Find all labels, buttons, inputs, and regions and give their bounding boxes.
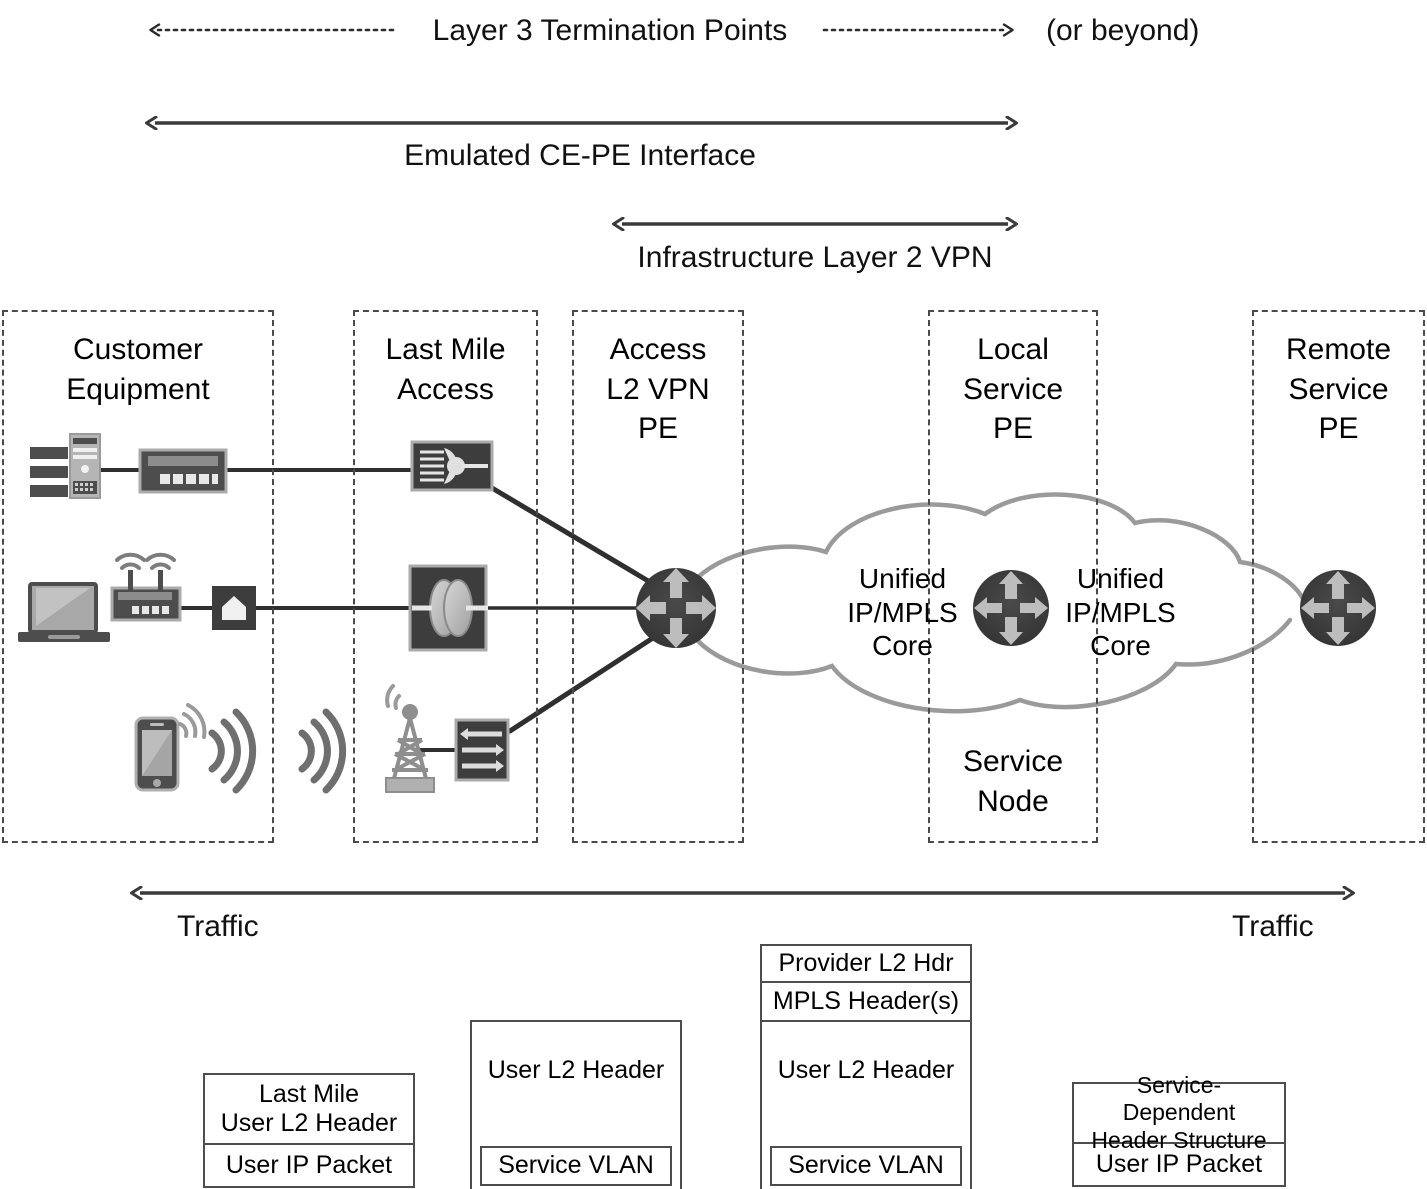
packet-subfield: Service VLAN [770, 1146, 962, 1186]
zone-subtitle-service-node: Service Node [962, 745, 1064, 818]
packet-stack-last-mile: Last Mile User L2 Header User IP Packet [203, 1073, 415, 1188]
packet-row-label: User L2 Header [777, 1055, 955, 1084]
traffic-label-right: Traffic [1232, 910, 1314, 943]
packet-stack-service-dependent: Service-Dependent Header Structure User … [1072, 1072, 1286, 1187]
packet-row-label: User L2 Header [487, 1055, 665, 1084]
radio-waves-icon [298, 708, 347, 794]
packet-subfield: Service VLAN [480, 1146, 672, 1186]
packet-row: User L2 Header Service VLAN Customer VLA… [470, 1020, 682, 1189]
packet-row: User IP Packet [203, 1145, 415, 1188]
layer3-span-label: Layer 3 Termination Points [432, 14, 788, 47]
zone-title-remote-service-pe: Remote Service PE [1285, 333, 1392, 446]
packet-row: Last Mile User L2 Header [203, 1073, 415, 1145]
packet-stack-access-l2vpn: User L2 Header Service VLAN Customer VLA… [470, 1020, 682, 1189]
cloud-label-left: Unified IP/MPLS Core [847, 563, 958, 662]
network-architecture-diagram: Layer 3 Termination Points (or beyond) E… [0, 0, 1427, 1189]
packet-row: Service-Dependent Header Structure [1072, 1072, 1286, 1153]
packet-stack-core: Provider L2 Hdr MPLS Header(s) User L2 H… [760, 944, 972, 1189]
traffic-label-left: Traffic [177, 910, 259, 943]
packet-row: User L2 Header Service VLAN Customer VLA… [760, 1022, 972, 1189]
packet-row: Provider L2 Hdr [760, 944, 972, 983]
zone-title-local-service-pe: Local Service PE [962, 333, 1064, 446]
packet-subfields: Service VLAN Customer VLAN [472, 1117, 680, 1189]
zone-title-customer-equipment: Customer Equipment [66, 333, 210, 406]
packet-row: User IP Packet [1072, 1144, 1286, 1187]
or-beyond-label: (or beyond) [1046, 14, 1200, 47]
zone-title-last-mile-access: Last Mile Access [385, 333, 506, 406]
cloud-label-right: Unified IP/MPLS Core [1065, 563, 1176, 662]
packet-subfields: Service VLAN Customer VLAN [762, 1117, 970, 1189]
infrastructure-l2vpn-label: Infrastructure Layer 2 VPN [637, 241, 993, 274]
zone-title-access-l2-vpn-pe: Access L2 VPN PE [606, 333, 710, 446]
packet-row: MPLS Header(s) [760, 983, 972, 1022]
emulated-ce-pe-label: Emulated CE-PE Interface [404, 139, 756, 172]
